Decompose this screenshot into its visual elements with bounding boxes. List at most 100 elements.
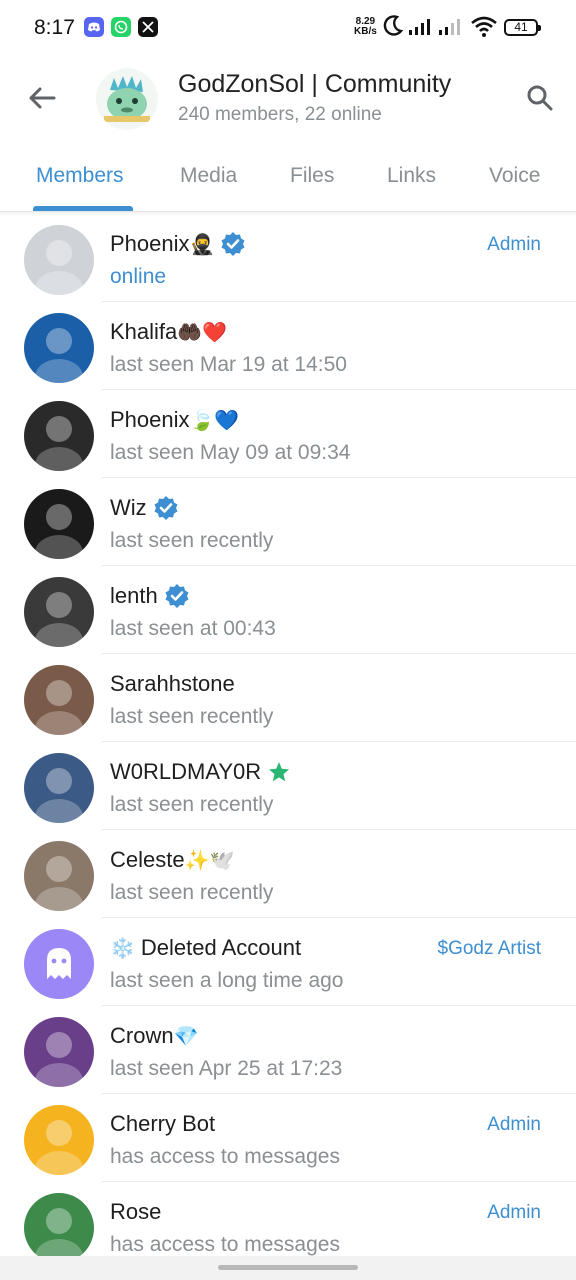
- signal-icon: [408, 18, 434, 41]
- member-avatar[interactable]: [24, 665, 94, 735]
- name-emoji: 🥷: [189, 232, 215, 256]
- member-row[interactable]: ❄️ Deleted Account last seen a long time a…: [0, 918, 576, 1006]
- member-status: last seen recently: [110, 881, 274, 904]
- active-tab-indicator: [33, 206, 133, 211]
- member-row[interactable]: Crown 💎 last seen Apr 25 at 17:23: [0, 1006, 576, 1094]
- name-emoji: ✨🕊️: [184, 848, 235, 872]
- group-title[interactable]: GodZonSol | Community: [178, 70, 451, 99]
- member-status: last seen a long time ago: [110, 969, 344, 992]
- member-name: Khalifa 🤲🏿❤️: [110, 319, 227, 345]
- member-status: last seen recently: [110, 705, 274, 728]
- name-emoji: 💎: [173, 1024, 199, 1048]
- member-avatar[interactable]: [24, 489, 94, 559]
- member-name-text: Sarahhstone: [110, 671, 235, 696]
- member-status: last seen recently: [110, 793, 274, 816]
- member-name: lenth: [110, 583, 190, 609]
- verified-badge-icon: [165, 584, 189, 608]
- member-name: W0RLDMAY0R: [110, 759, 291, 785]
- member-avatar[interactable]: [24, 1193, 94, 1263]
- member-name: Celeste ✨🕊️: [110, 847, 234, 873]
- premium-star-icon: [269, 762, 290, 782]
- member-status: online: [110, 265, 167, 288]
- member-avatar[interactable]: [24, 225, 94, 295]
- member-name-text: Crown: [110, 1023, 174, 1048]
- member-list: Phoenix 🥷 online Admin Khalifa 🤲🏿❤️ last seen …: [0, 214, 576, 1270]
- chat-header: GodZonSol | Community 240 members, 22 on…: [0, 56, 576, 146]
- member-name-text: Rose: [110, 1199, 162, 1224]
- network-speed: 8.29 KB/s: [354, 16, 377, 37]
- verified-badge-icon: [154, 496, 178, 520]
- profile-tabs: Members Media Files Links Voice: [0, 146, 576, 212]
- home-indicator[interactable]: [218, 1265, 358, 1270]
- tab-members[interactable]: Members: [36, 164, 124, 188]
- member-row[interactable]: Cherry Bot has access to messages Admin: [0, 1094, 576, 1182]
- member-avatar[interactable]: [24, 401, 94, 471]
- gesture-nav-bar: [0, 1256, 576, 1280]
- member-role-badge: $Godz Artist: [437, 938, 542, 959]
- arrow-left-icon: [29, 87, 56, 109]
- tab-voice[interactable]: Voice: [489, 164, 540, 188]
- member-avatar[interactable]: [24, 1017, 94, 1087]
- member-name-text: Phoenix: [110, 231, 190, 256]
- snowflake-emoji: ❄️: [110, 936, 135, 960]
- tab-files[interactable]: Files: [290, 164, 334, 188]
- search-button[interactable]: [520, 78, 560, 118]
- member-status: last seen at 00:43: [110, 617, 276, 640]
- member-name-text: Khalifa: [110, 319, 178, 344]
- member-row[interactable]: Celeste ✨🕊️ last seen recently: [0, 830, 576, 918]
- ghost-icon: [47, 948, 71, 979]
- whatsapp-icon: [111, 17, 131, 37]
- x-icon: [138, 17, 158, 37]
- member-role-badge: Admin: [487, 1202, 541, 1223]
- member-name-text: Cherry Bot: [110, 1111, 216, 1136]
- tab-links[interactable]: Links: [387, 164, 436, 188]
- member-name: Rose: [110, 1199, 161, 1225]
- status-time: 8:17: [34, 16, 75, 39]
- search-icon: [527, 85, 553, 111]
- name-emoji: 🍃💙: [189, 408, 240, 432]
- member-avatar[interactable]: [24, 841, 94, 911]
- member-name: Crown 💎: [110, 1023, 198, 1049]
- moon-icon: [382, 14, 404, 43]
- back-button[interactable]: [22, 78, 62, 118]
- signal-icon-2: [438, 18, 464, 41]
- deleted-account-avatar[interactable]: [24, 929, 94, 999]
- member-avatar[interactable]: [24, 313, 94, 383]
- member-name-text: Celeste: [110, 847, 185, 872]
- member-row[interactable]: Phoenix 🥷 online Admin: [0, 214, 576, 302]
- member-row[interactable]: Khalifa 🤲🏿❤️ last seen Mar 19 at 14:50: [0, 302, 576, 390]
- member-name: Cherry Bot: [110, 1111, 215, 1137]
- member-name-text: W0RLDMAY0R: [110, 759, 262, 784]
- member-row[interactable]: W0RLDMAY0R last seen recently: [0, 742, 576, 830]
- member-avatar[interactable]: [24, 753, 94, 823]
- group-avatar[interactable]: [96, 68, 158, 130]
- member-role-badge: Admin: [487, 234, 541, 255]
- member-avatar[interactable]: [24, 1105, 94, 1175]
- member-name: Wiz: [110, 495, 179, 521]
- status-bar: 8:17 8.29 KB/s 41: [0, 0, 576, 56]
- member-name-text: Deleted Account: [140, 935, 302, 960]
- member-role-badge: Admin: [487, 1114, 541, 1135]
- member-name-text: Wiz: [110, 495, 147, 520]
- name-emoji: 🤲🏿❤️: [177, 320, 228, 344]
- member-status: has access to messages: [110, 1145, 340, 1168]
- group-member-count: 240 members, 22 online: [178, 104, 382, 125]
- member-name: ❄️ Deleted Account: [110, 935, 301, 961]
- verified-badge-icon: [221, 232, 245, 256]
- member-status: last seen May 09 at 09:34: [110, 441, 351, 464]
- member-name: Phoenix 🥷: [110, 231, 246, 257]
- member-row[interactable]: Phoenix 🍃💙 last seen May 09 at 09:34: [0, 390, 576, 478]
- member-row[interactable]: Sarahhstone last seen recently: [0, 654, 576, 742]
- member-status: last seen Mar 19 at 14:50: [110, 353, 347, 376]
- member-name-text: Phoenix: [110, 407, 190, 432]
- member-status: last seen recently: [110, 529, 274, 552]
- member-status: has access to messages: [110, 1233, 340, 1256]
- member-avatar[interactable]: [24, 577, 94, 647]
- tab-media[interactable]: Media: [180, 164, 237, 188]
- member-row[interactable]: lenth last seen at 00:43: [0, 566, 576, 654]
- wifi-icon: [470, 16, 498, 43]
- member-name: Sarahhstone: [110, 671, 235, 697]
- member-row[interactable]: Wiz last seen recently: [0, 478, 576, 566]
- member-status: last seen Apr 25 at 17:23: [110, 1057, 343, 1080]
- member-name: Phoenix 🍃💙: [110, 407, 239, 433]
